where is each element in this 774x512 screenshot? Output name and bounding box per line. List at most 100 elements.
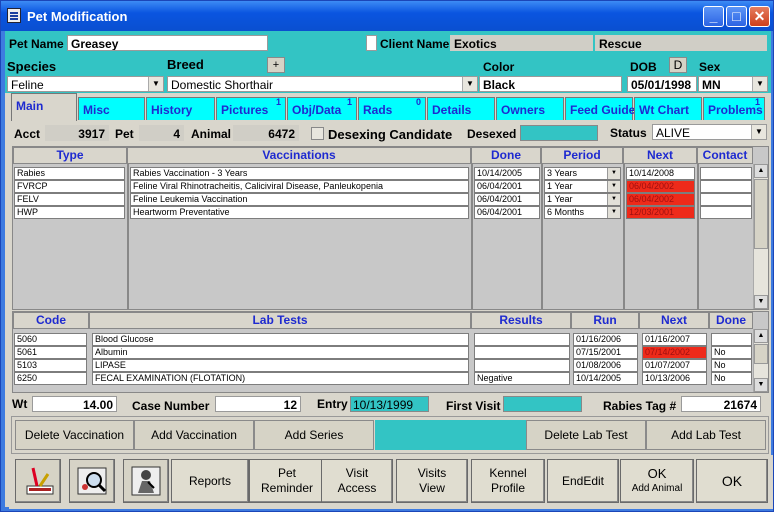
rabies-tag-field[interactable]: 21674 bbox=[681, 396, 761, 412]
lab-name-cell[interactable]: LIPASE bbox=[92, 359, 469, 372]
close-button[interactable]: ✕ bbox=[749, 6, 770, 27]
vacc-contact-cell[interactable] bbox=[700, 180, 752, 193]
tab-feed-guide[interactable]: Feed Guide bbox=[565, 97, 635, 120]
desexing-checkbox[interactable] bbox=[311, 127, 324, 140]
vacc-next-cell-overdue[interactable]: 12/03/2001 bbox=[626, 206, 695, 219]
scroll-up-icon[interactable]: ▲ bbox=[754, 329, 768, 343]
pet-reminder-button[interactable]: Pet Reminder bbox=[249, 459, 325, 503]
lab-next-cell[interactable]: 10/13/2006 bbox=[642, 372, 707, 385]
tab-history[interactable]: History bbox=[146, 97, 215, 120]
scroll-down-icon[interactable]: ▼ bbox=[754, 295, 768, 309]
vacc-next-cell[interactable]: 10/14/2008 bbox=[626, 167, 695, 180]
delete-lab-test-button[interactable]: Delete Lab Test bbox=[526, 420, 646, 450]
minimize-button[interactable]: _ bbox=[703, 6, 724, 27]
vacc-done-cell[interactable]: 06/04/2001 bbox=[474, 206, 540, 219]
case-number-field[interactable]: 12 bbox=[215, 396, 301, 412]
first-visit-field[interactable] bbox=[503, 396, 582, 412]
tab-main[interactable]: Main bbox=[11, 93, 77, 121]
lab-done-cell[interactable]: No bbox=[711, 372, 752, 385]
lab-run-cell[interactable]: 10/14/2005 bbox=[573, 372, 638, 385]
dob-field[interactable]: 05/01/1998 bbox=[627, 76, 697, 92]
sex-select[interactable]: MN ▼ bbox=[698, 76, 768, 92]
lab-next-cell[interactable]: 01/07/2007 bbox=[642, 359, 707, 372]
add-lab-test-button[interactable]: Add Lab Test bbox=[646, 420, 766, 450]
vacc-name-cell[interactable]: Feline Leukemia Vaccination bbox=[130, 193, 469, 206]
lab-results-cell[interactable] bbox=[474, 359, 570, 372]
vacc-period-cell[interactable]: 1 Year ▼ bbox=[544, 193, 621, 206]
search-records-icon[interactable] bbox=[69, 459, 115, 503]
vacc-name-cell[interactable]: Heartworm Preventative bbox=[130, 206, 469, 219]
ok-button[interactable]: OK bbox=[696, 459, 768, 503]
lab-done-cell[interactable]: No bbox=[711, 346, 752, 359]
chevron-down-icon[interactable]: ▼ bbox=[607, 194, 620, 205]
color-field[interactable]: Black bbox=[479, 76, 622, 92]
pet-name-field[interactable]: Greasey bbox=[67, 35, 268, 51]
visit-access-button[interactable]: Visit Access bbox=[321, 459, 393, 503]
dob-flag-button[interactable]: D bbox=[669, 57, 687, 73]
chevron-down-icon[interactable]: ▼ bbox=[752, 77, 767, 91]
vacc-next-cell-overdue[interactable]: 06/04/2002 bbox=[626, 193, 695, 206]
tab-details[interactable]: Details bbox=[427, 97, 495, 120]
lab-run-cell[interactable]: 01/08/2006 bbox=[573, 359, 638, 372]
entry-field[interactable]: 10/13/1999 bbox=[350, 396, 429, 412]
lab-results-cell[interactable] bbox=[474, 333, 570, 346]
tab-owners[interactable]: Owners bbox=[496, 97, 564, 120]
chevron-down-icon[interactable]: ▼ bbox=[607, 207, 620, 218]
tab-wt-chart[interactable]: Wt Chart bbox=[634, 97, 702, 120]
vacc-type-cell[interactable]: FELV bbox=[14, 193, 125, 206]
lab-code-cell[interactable]: 5103 bbox=[14, 359, 87, 372]
tab-problems[interactable]: Problems 1 bbox=[703, 97, 765, 120]
reports-button[interactable]: Reports bbox=[171, 459, 249, 503]
vacc-type-cell[interactable]: Rabies bbox=[14, 167, 125, 180]
vacc-done-cell[interactable]: 10/14/2005 bbox=[474, 167, 540, 180]
vacc-contact-cell[interactable] bbox=[700, 193, 752, 206]
lab-name-cell[interactable]: FECAL EXAMINATION (FLOTATION) bbox=[92, 372, 469, 385]
chevron-down-icon[interactable]: ▼ bbox=[607, 168, 620, 179]
vacc-type-cell[interactable]: FVRCP bbox=[14, 180, 125, 193]
lab-code-cell[interactable]: 5061 bbox=[14, 346, 87, 359]
vacc-name-cell[interactable]: Feline Viral Rhinotracheitis, Calicivira… bbox=[130, 180, 469, 193]
endedit-button[interactable]: EndEdit bbox=[547, 459, 619, 503]
scroll-down-icon[interactable]: ▼ bbox=[754, 378, 768, 392]
species-select[interactable]: Feline ▼ bbox=[7, 76, 164, 92]
lab-code-cell[interactable]: 5060 bbox=[14, 333, 87, 346]
visits-view-button[interactable]: Visits View bbox=[396, 459, 468, 503]
tab-obj-data[interactable]: Obj/Data 1 bbox=[287, 97, 357, 120]
tab-rads[interactable]: Rads 0 bbox=[358, 97, 426, 120]
status-select[interactable]: ALIVE ▼ bbox=[652, 124, 767, 140]
chevron-down-icon[interactable]: ▼ bbox=[148, 77, 163, 91]
lab-scrollbar[interactable]: ▲ ▼ bbox=[753, 329, 768, 392]
lab-next-cell[interactable]: 01/16/2007 bbox=[642, 333, 707, 346]
vacc-next-cell-overdue[interactable]: 06/04/2002 bbox=[626, 180, 695, 193]
vacc-period-cell[interactable]: 1 Year ▼ bbox=[544, 180, 621, 193]
ok-add-animal-button[interactable]: OK Add Animal bbox=[620, 459, 694, 503]
lab-name-cell[interactable]: Blood Glucose bbox=[92, 333, 469, 346]
add-breed-button[interactable]: + bbox=[267, 57, 285, 73]
kennel-profile-button[interactable]: Kennel Profile bbox=[471, 459, 545, 503]
vacc-period-cell[interactable]: 3 Years ▼ bbox=[544, 167, 621, 180]
add-vaccination-button[interactable]: Add Vaccination bbox=[134, 420, 254, 450]
vacc-done-cell[interactable]: 06/04/2001 bbox=[474, 193, 540, 206]
vacc-contact-cell[interactable] bbox=[700, 206, 752, 219]
tab-misc[interactable]: Misc bbox=[78, 97, 145, 120]
lab-run-cell[interactable]: 01/16/2006 bbox=[573, 333, 638, 346]
add-series-button[interactable]: Add Series bbox=[254, 420, 374, 450]
wt-field[interactable]: 14.00 bbox=[32, 396, 117, 412]
breed-select[interactable]: Domestic Shorthair ▼ bbox=[167, 76, 478, 92]
lab-next-cell-overdue[interactable]: 07/14/2002 bbox=[642, 346, 707, 359]
maximize-button[interactable]: □ bbox=[726, 6, 747, 27]
chevron-down-icon[interactable]: ▼ bbox=[607, 181, 620, 192]
chevron-down-icon[interactable]: ▼ bbox=[751, 125, 766, 139]
delete-vaccination-button[interactable]: Delete Vaccination bbox=[15, 420, 134, 450]
desexed-field[interactable] bbox=[520, 125, 598, 141]
lab-name-cell[interactable]: Albumin bbox=[92, 346, 469, 359]
vacc-scrollbar[interactable]: ▲ ▼ bbox=[753, 164, 768, 309]
scroll-up-icon[interactable]: ▲ bbox=[754, 164, 768, 178]
lab-done-cell[interactable]: No bbox=[711, 359, 752, 372]
vet-icon[interactable] bbox=[123, 459, 169, 503]
lab-run-cell[interactable]: 07/15/2001 bbox=[573, 346, 638, 359]
edit-pencil-icon[interactable] bbox=[15, 459, 61, 503]
lab-code-cell[interactable]: 6250 bbox=[14, 372, 87, 385]
scroll-thumb[interactable] bbox=[754, 179, 768, 249]
vacc-contact-cell[interactable] bbox=[700, 167, 752, 180]
